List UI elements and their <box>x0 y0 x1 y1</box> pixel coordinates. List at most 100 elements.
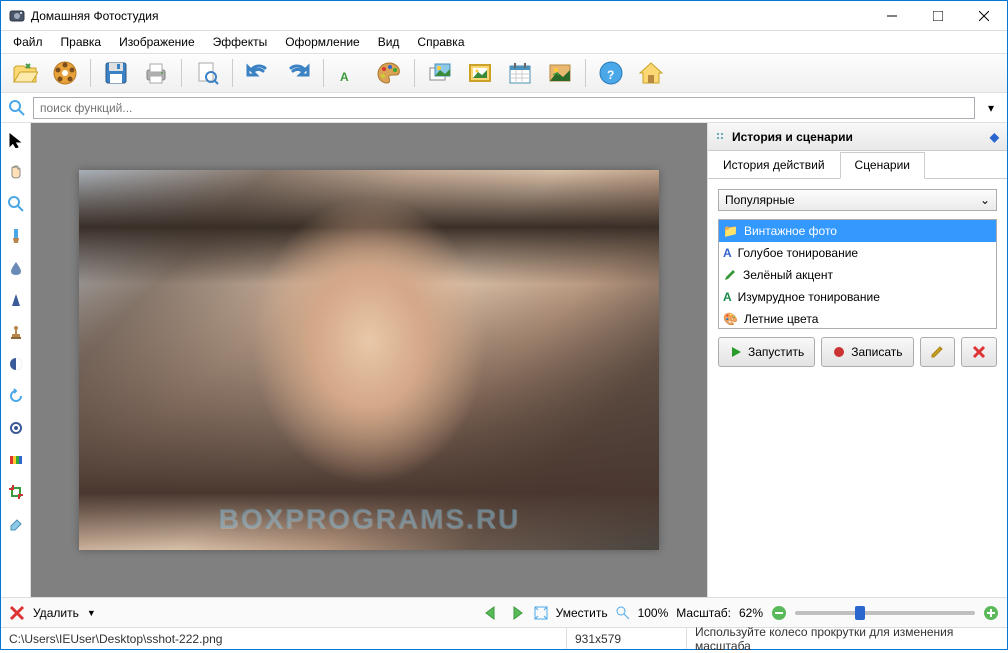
rotate-left-tool[interactable] <box>5 385 27 407</box>
delete-scenario-button[interactable] <box>961 337 997 367</box>
frame-button[interactable] <box>462 56 498 90</box>
combo-value: Популярные <box>725 193 795 207</box>
toolbar-separator <box>181 59 182 87</box>
list-item[interactable]: Зелёный акцент <box>719 264 996 286</box>
search-dropdown-icon[interactable]: ▾ <box>981 98 1001 118</box>
tab-scenarios[interactable]: Сценарии <box>840 152 925 179</box>
calendar-button[interactable] <box>502 56 538 90</box>
zoom-page-button[interactable] <box>189 56 225 90</box>
app-icon <box>9 8 25 24</box>
redo-button[interactable] <box>280 56 316 90</box>
zoom100-icon[interactable] <box>616 606 630 620</box>
chevron-down-icon: ⌄ <box>980 193 990 207</box>
list-item[interactable]: AИзумрудное тонирование <box>719 286 996 308</box>
blur-tool[interactable] <box>5 257 27 279</box>
dropdown-icon[interactable]: ▼ <box>87 608 96 618</box>
scenario-list[interactable]: 📁Винтажное фото AГолубое тонирование Зел… <box>718 219 997 329</box>
edit-scenario-button[interactable] <box>920 337 956 367</box>
crop-tool[interactable] <box>5 481 27 503</box>
record-button[interactable]: Записать <box>821 337 913 367</box>
menu-view[interactable]: Вид <box>370 33 408 51</box>
menu-bar: Файл Правка Изображение Эффекты Оформлен… <box>1 31 1007 53</box>
help-button[interactable]: ? <box>593 56 629 90</box>
menu-edit[interactable]: Правка <box>53 33 110 51</box>
menu-decoration[interactable]: Оформление <box>277 33 367 51</box>
save-button[interactable] <box>98 56 134 90</box>
menu-image[interactable]: Изображение <box>111 33 203 51</box>
next-button[interactable] <box>508 604 526 622</box>
text-button[interactable]: A <box>331 56 367 90</box>
delete-label[interactable]: Удалить <box>33 606 79 620</box>
window-title: Домашняя Фотостудия <box>31 9 869 23</box>
menu-file[interactable]: Файл <box>5 33 51 51</box>
panel-header: История и сценарии ◆ <box>708 123 1007 151</box>
toolbar-separator <box>323 59 324 87</box>
list-item[interactable]: AГолубое тонирование <box>719 242 996 264</box>
close-button[interactable] <box>961 1 1007 31</box>
panel-title: История и сценарии <box>732 130 853 144</box>
panel-body: Популярные ⌄ 📁Винтажное фото AГолубое то… <box>708 179 1007 377</box>
zoom-slider[interactable] <box>795 611 975 615</box>
main-toolbar: A ? <box>1 53 1007 93</box>
canvas-area[interactable]: BOXPROGRAMS.RU <box>31 123 707 597</box>
film-button[interactable] <box>47 56 83 90</box>
collapse-icon[interactable]: ◆ <box>990 130 999 144</box>
palette-icon: 🎨 <box>723 312 738 326</box>
postcard-button[interactable] <box>542 56 578 90</box>
eraser-tool[interactable] <box>5 513 27 535</box>
tab-history[interactable]: История действий <box>708 152 840 179</box>
left-tool-strip <box>1 123 31 597</box>
undo-button[interactable] <box>240 56 276 90</box>
status-hint: Используйте колесо прокрутки для изменен… <box>687 628 1007 649</box>
toolbar-separator <box>585 59 586 87</box>
menu-effects[interactable]: Эффекты <box>205 33 276 51</box>
prev-button[interactable] <box>482 604 500 622</box>
panel-tabs: История действий Сценарии <box>708 151 1007 179</box>
run-button[interactable]: Запустить <box>718 337 815 367</box>
image-canvas[interactable]: BOXPROGRAMS.RU <box>79 170 659 550</box>
home-button[interactable] <box>633 56 669 90</box>
arrow-tool[interactable] <box>5 129 27 151</box>
menu-help[interactable]: Справка <box>409 33 472 51</box>
brush-tool[interactable] <box>5 225 27 247</box>
a-icon: A <box>723 290 732 304</box>
zoom-out-button[interactable] <box>771 605 787 621</box>
slider-thumb[interactable] <box>855 606 865 620</box>
stamp-tool[interactable] <box>5 321 27 343</box>
list-item[interactable]: 📁Винтажное фото <box>719 220 996 242</box>
toolbar-separator <box>232 59 233 87</box>
scale-label: Масштаб: <box>676 606 731 620</box>
zoom-in-button[interactable] <box>983 605 999 621</box>
zoom100-label[interactable]: 100% <box>638 606 669 620</box>
status-dimensions: 931х579 <box>567 628 687 649</box>
sharpen-tool[interactable] <box>5 289 27 311</box>
delete-icon[interactable] <box>9 605 25 621</box>
maximize-button[interactable] <box>915 1 961 31</box>
zoom-tool[interactable] <box>5 193 27 215</box>
search-input[interactable] <box>33 97 975 119</box>
svg-text:?: ? <box>607 68 614 82</box>
toolbar-separator <box>414 59 415 87</box>
gradient-tool[interactable] <box>5 449 27 471</box>
rotate-right-tool[interactable] <box>5 417 27 439</box>
svg-text:A: A <box>340 70 349 84</box>
fit-icon[interactable] <box>534 606 548 620</box>
right-panel: История и сценарии ◆ История действий Сц… <box>707 123 1007 597</box>
dodge-tool[interactable] <box>5 353 27 375</box>
print-button[interactable] <box>138 56 174 90</box>
minimize-button[interactable] <box>869 1 915 31</box>
pencil-icon <box>723 268 737 282</box>
palette-button[interactable] <box>371 56 407 90</box>
list-item[interactable]: 🎨Летние цвета <box>719 308 996 329</box>
search-icon <box>7 98 27 118</box>
main-area: BOXPROGRAMS.RU История и сценарии ◆ Исто… <box>1 123 1007 597</box>
toolbar-separator <box>90 59 91 87</box>
open-button[interactable] <box>7 56 43 90</box>
folder-icon: 📁 <box>723 224 738 238</box>
hand-tool[interactable] <box>5 161 27 183</box>
fit-label[interactable]: Уместить <box>556 606 608 620</box>
watermark-text: BOXPROGRAMS.RU <box>218 503 520 535</box>
layers-button[interactable] <box>422 56 458 90</box>
scenario-category-combo[interactable]: Популярные ⌄ <box>718 189 997 211</box>
search-bar: ▾ <box>1 93 1007 123</box>
